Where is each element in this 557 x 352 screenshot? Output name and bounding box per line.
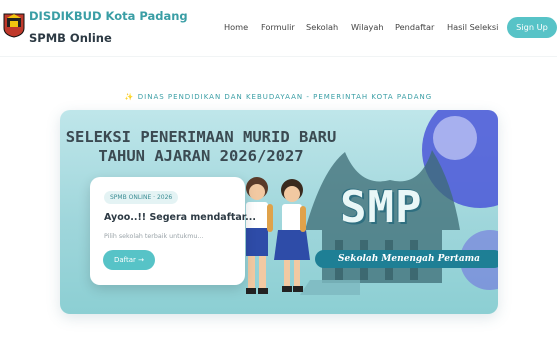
banner-title-line2: TAHUN AJARAN 2026/2027: [98, 147, 304, 165]
top-header: DISDIKBUD Kota Padang SPMB Online Home F…: [0, 0, 557, 56]
level-label: SMP: [340, 182, 423, 233]
tagline-text: DINAS PENDIDIKAN DAN KEBUDAYAAN - PEMERI…: [137, 93, 433, 101]
level-subtitle: Sekolah Menengah Pertama: [315, 250, 498, 268]
hero-tagline: ✨ DINAS PENDIDIKAN DAN KEBUDAYAAN - PEME…: [0, 93, 557, 101]
register-card: SPMB ONLINE · 2026 Ayoo..!! Segera menda…: [90, 177, 256, 285]
nav-sekolah[interactable]: Sekolah: [306, 22, 338, 32]
card-badge: SPMB ONLINE · 2026: [104, 191, 179, 204]
brand-title[interactable]: DISDIKBUD Kota Padang: [29, 9, 188, 23]
header-divider: [0, 56, 557, 57]
card-description: Pilih sekolah terbaik untukmu...: [104, 233, 204, 240]
nav-wilayah[interactable]: Wilayah: [351, 22, 384, 32]
daftar-button[interactable]: Daftar →: [103, 250, 155, 270]
nav-home[interactable]: Home: [224, 22, 248, 32]
sparkles-icon: ✨: [124, 93, 135, 101]
nav-pendaftar[interactable]: Pendaftar: [395, 22, 434, 32]
brand-subtitle[interactable]: SPMB Online: [29, 31, 112, 45]
sign-up-button[interactable]: Sign Up: [507, 17, 557, 38]
card-title: Ayoo..!! Segera mendaftar...: [104, 212, 256, 223]
banner-title-line1: SELEKSI PENERIMAAN MURID BARU: [65, 128, 337, 146]
banner-title: SELEKSI PENERIMAAN MURID BARU TAHUN AJAR…: [60, 128, 342, 166]
nav-hasil-seleksi[interactable]: Hasil Seleksi: [447, 22, 498, 32]
nav-formulir[interactable]: Formulir: [261, 22, 295, 32]
padang-city-logo[interactable]: [3, 12, 25, 38]
